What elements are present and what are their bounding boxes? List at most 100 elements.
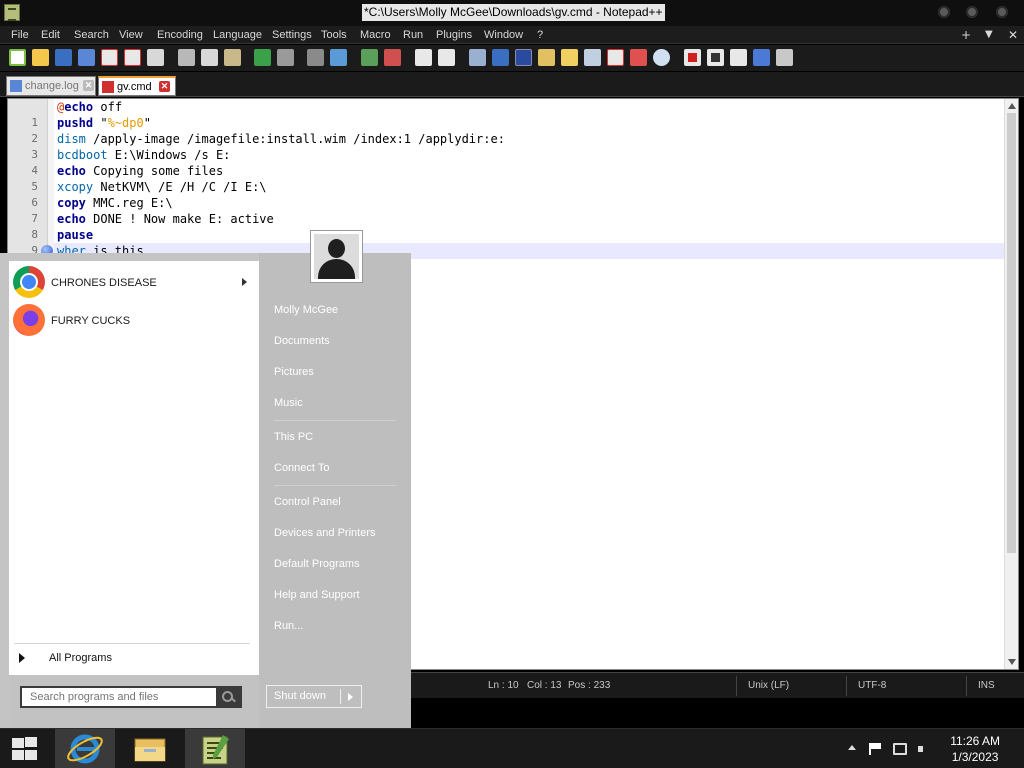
stop-recording-icon[interactable]: [707, 49, 724, 66]
menu-settings[interactable]: Settings: [272, 28, 312, 42]
menu-plugins[interactable]: Plugins: [436, 28, 472, 42]
taskbar-internet-explorer[interactable]: [55, 729, 115, 768]
user-language-icon[interactable]: [538, 49, 555, 66]
network-icon[interactable]: [893, 743, 907, 755]
program-item-chrone-disease[interactable]: CHRONES DISEASE: [9, 264, 259, 300]
save-icon[interactable]: [55, 49, 72, 66]
show-all-characters-icon[interactable]: [492, 49, 509, 66]
system-clock[interactable]: 11:26 AM 1/3/2023: [950, 733, 1000, 765]
menu-run[interactable]: Run: [403, 28, 423, 42]
scroll-up-icon[interactable]: [1008, 103, 1016, 109]
code-line[interactable]: 8 echo DONE ! Now make E: active: [8, 211, 1018, 241]
start-link-user[interactable]: Molly McGee: [274, 304, 338, 316]
close-file-icon[interactable]: [101, 49, 118, 66]
menu-language[interactable]: Language: [213, 28, 262, 42]
start-link-help-support[interactable]: Help and Support: [274, 589, 360, 601]
vertical-scrollbar[interactable]: [1004, 99, 1018, 669]
print-icon[interactable]: [147, 49, 164, 66]
open-file-icon[interactable]: [32, 49, 49, 66]
replace-icon[interactable]: [330, 49, 347, 66]
code-line[interactable]: 1 @echo off: [8, 99, 1018, 129]
close-button[interactable]: [996, 6, 1008, 18]
save-macro-icon[interactable]: [776, 49, 793, 66]
function-list-icon[interactable]: [584, 49, 601, 66]
status-eol-format[interactable]: Unix (LF): [748, 680, 789, 691]
menu-window[interactable]: Window: [484, 28, 523, 42]
sync-vertical-icon[interactable]: [415, 49, 432, 66]
tab-change-log[interactable]: change.log ✕: [6, 76, 96, 96]
new-file-icon[interactable]: [9, 49, 26, 66]
run-macro-multiple-icon[interactable]: [753, 49, 770, 66]
program-item-furry-cucks[interactable]: FURRY CUCKS: [9, 302, 259, 338]
find-icon[interactable]: [307, 49, 324, 66]
word-wrap-icon[interactable]: [469, 49, 486, 66]
maximize-button[interactable]: [966, 6, 978, 18]
menu-encoding[interactable]: Encoding: [157, 28, 203, 42]
save-all-icon[interactable]: [78, 49, 95, 66]
scroll-down-icon[interactable]: [1008, 659, 1016, 665]
start-link-documents[interactable]: Documents: [274, 335, 330, 347]
code-line[interactable]: 7 copy MMC.reg E:\: [8, 195, 1018, 225]
record-macro-icon[interactable]: [684, 49, 701, 66]
code-line[interactable]: 3 dism /apply-image /imagefile:install.w…: [8, 131, 1018, 161]
document-map-icon[interactable]: [561, 49, 578, 66]
code-line[interactable]: 6 xcopy NetKVM\ /E /H /C /I E:\: [8, 179, 1018, 209]
sync-horizontal-icon[interactable]: [438, 49, 455, 66]
undo-icon[interactable]: [254, 49, 271, 66]
playback-macro-icon[interactable]: [730, 49, 747, 66]
monitoring-icon[interactable]: [630, 49, 647, 66]
start-link-default-programs[interactable]: Default Programs: [274, 558, 360, 570]
menu-macro[interactable]: Macro: [360, 28, 391, 42]
redo-icon[interactable]: [277, 49, 294, 66]
code-line[interactable]: 9 pause: [8, 227, 1018, 257]
start-link-run[interactable]: Run...: [274, 620, 303, 632]
menu-file[interactable]: File: [11, 28, 29, 42]
start-search-box[interactable]: [20, 686, 242, 708]
volume-icon[interactable]: [918, 743, 932, 755]
scrollbar-thumb[interactable]: [1007, 113, 1016, 553]
start-link-devices-printers[interactable]: Devices and Printers: [274, 527, 376, 539]
code-line[interactable]: 5 echo Copying some files: [8, 163, 1018, 193]
new-tab-button[interactable]: +: [961, 28, 971, 42]
status-encoding[interactable]: UTF-8: [858, 680, 886, 691]
menu-search[interactable]: Search: [74, 28, 109, 42]
shutdown-options-arrow-icon[interactable]: [348, 693, 353, 701]
cut-icon[interactable]: [178, 49, 195, 66]
shutdown-button[interactable]: Shut down: [266, 685, 362, 708]
notepad-plus-plus-icon[interactable]: [4, 4, 20, 21]
start-link-pictures[interactable]: Pictures: [274, 366, 314, 378]
start-search-input[interactable]: [22, 688, 216, 706]
taskbar-notepad-plus-plus[interactable]: [185, 729, 245, 768]
start-link-connect-to[interactable]: Connect To: [274, 462, 329, 474]
user-avatar[interactable]: [310, 230, 363, 283]
preview-eye-icon[interactable]: [653, 49, 670, 66]
taskbar-file-explorer[interactable]: [120, 729, 180, 768]
action-center-flag-icon[interactable]: [869, 743, 883, 755]
start-link-control-panel[interactable]: Control Panel: [274, 496, 341, 508]
paste-icon[interactable]: [224, 49, 241, 66]
windows-start-icon[interactable]: [10, 737, 38, 761]
code-line[interactable]: 4 bcdboot E:\Windows /s E:: [8, 147, 1018, 177]
all-programs-button[interactable]: All Programs: [49, 652, 112, 664]
start-link-music[interactable]: Music: [274, 397, 303, 409]
title-bar[interactable]: *C:\Users\Molly McGee\Downloads\gv.cmd -…: [0, 0, 1024, 26]
submenu-arrow-icon[interactable]: [242, 278, 247, 286]
status-insert-mode[interactable]: INS: [978, 680, 995, 691]
menu-tools[interactable]: Tools: [321, 28, 347, 42]
all-programs-arrow-icon[interactable]: [19, 653, 25, 663]
show-hidden-icons-icon[interactable]: [848, 745, 856, 750]
search-icon[interactable]: [216, 688, 240, 706]
code-line[interactable]: 2 pushd "%~dp0": [8, 115, 1018, 145]
zoom-out-icon[interactable]: [384, 49, 401, 66]
start-link-this-pc[interactable]: This PC: [274, 431, 313, 443]
close-document-button[interactable]: ✕: [1008, 28, 1018, 42]
tab-gv-cmd[interactable]: gv.cmd ✕: [98, 76, 176, 96]
zoom-in-icon[interactable]: [361, 49, 378, 66]
folder-as-workspace-icon[interactable]: [607, 49, 624, 66]
copy-icon[interactable]: [201, 49, 218, 66]
menu-view[interactable]: View: [119, 28, 143, 42]
menu-edit[interactable]: Edit: [41, 28, 60, 42]
menu-help[interactable]: ?: [537, 28, 543, 42]
close-all-icon[interactable]: [124, 49, 141, 66]
close-icon[interactable]: ✕: [159, 81, 170, 92]
